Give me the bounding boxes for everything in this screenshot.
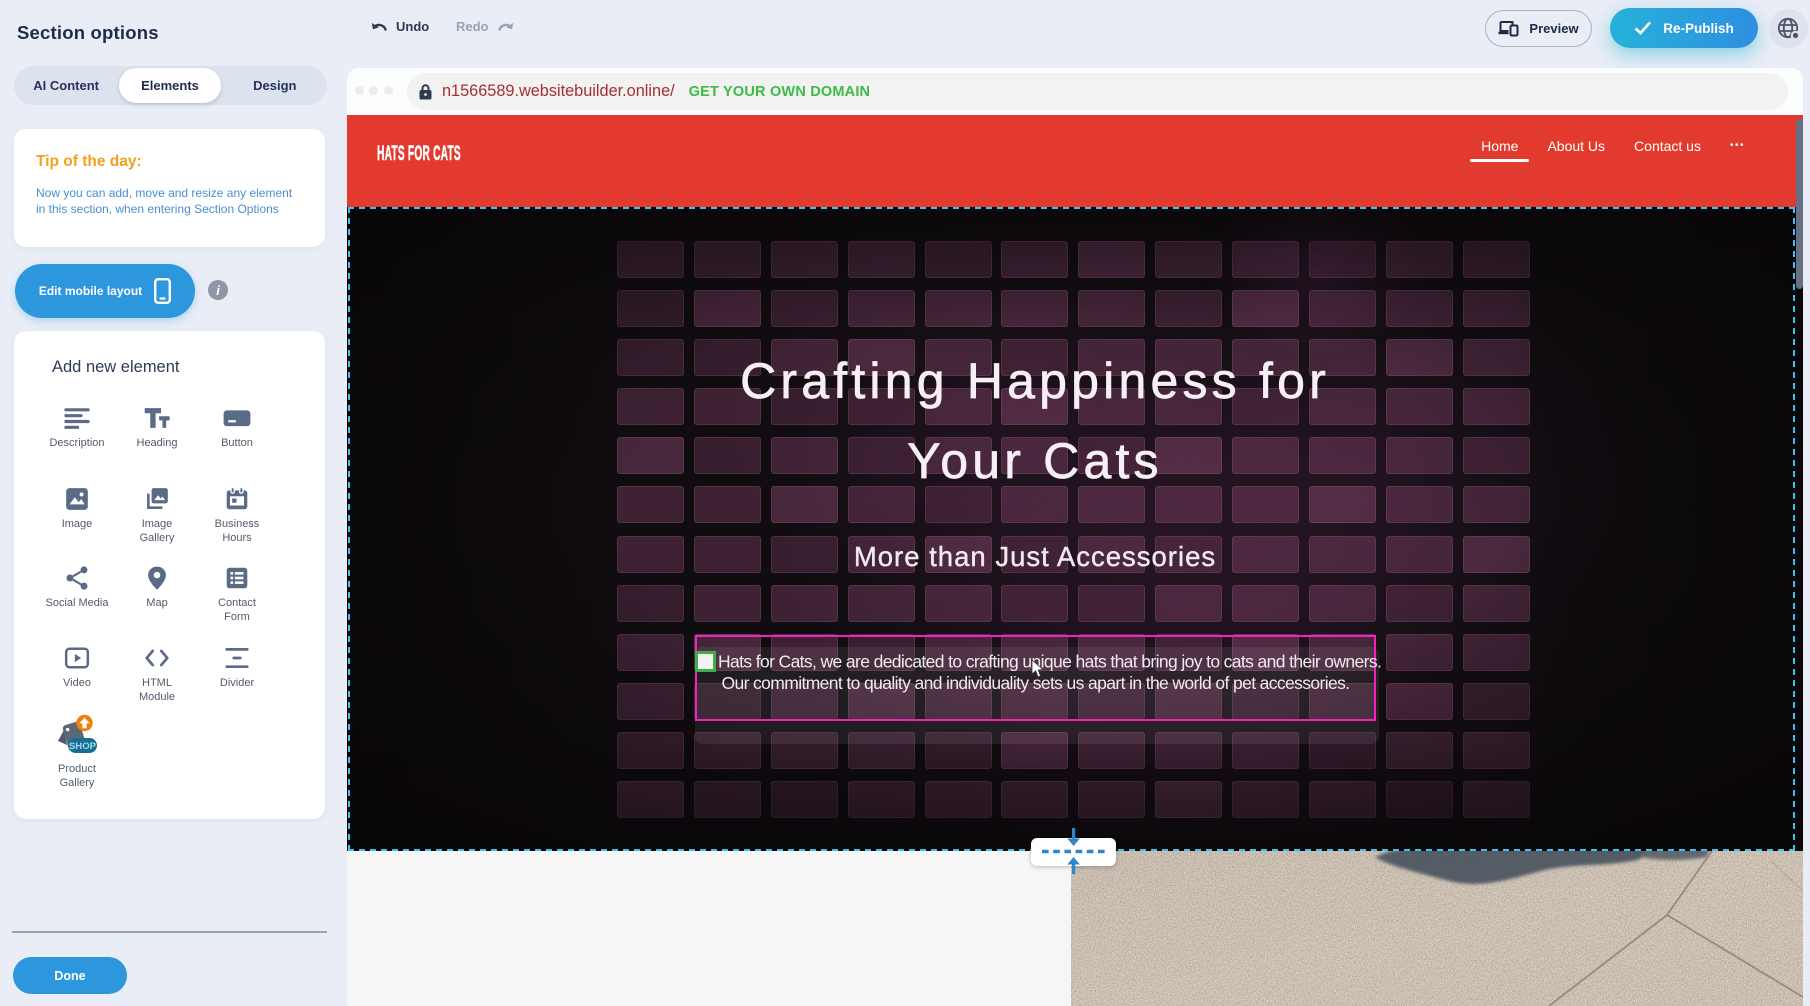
svg-text:SHOP: SHOP — [69, 741, 97, 752]
